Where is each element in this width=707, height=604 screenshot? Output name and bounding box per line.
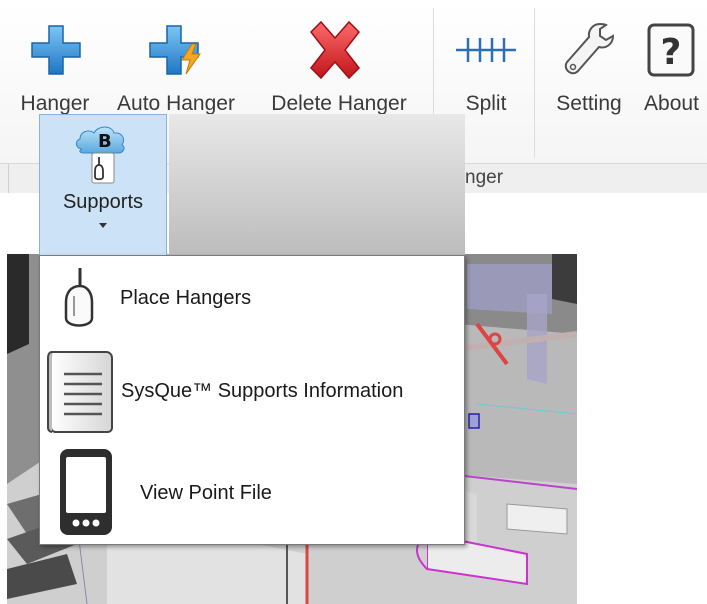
menu-item-place-hangers[interactable]: Place Hangers — [40, 256, 464, 342]
ribbon-separator — [534, 8, 535, 158]
hanger-label: Hanger — [20, 92, 90, 115]
question-icon: ? — [647, 23, 695, 77]
menu-item-label: Place Hangers — [120, 287, 252, 309]
delete-hanger-button[interactable]: Delete Hanger — [257, 0, 421, 130]
menu-item-view-point-file[interactable]: View Point File — [40, 437, 464, 545]
tablet-icon — [60, 449, 112, 535]
hanger-icon — [64, 268, 94, 327]
panel-edge — [8, 164, 9, 193]
blue-plus-icon — [31, 25, 81, 75]
panel-title-text: nger — [465, 167, 504, 188]
blue-plus-lightning-icon — [149, 25, 201, 75]
svg-text:?: ? — [661, 32, 682, 73]
split-label: Split — [465, 92, 507, 115]
supports-dropdown-menu: Place Hangers SysQue™ Supports Informati… — [39, 255, 465, 545]
split-icon — [456, 38, 516, 62]
about-button[interactable]: ? About — [636, 0, 707, 130]
wrench-icon — [564, 22, 615, 75]
menu-item-sysque-supports-information[interactable]: SysQue™ Supports Information — [40, 342, 464, 437]
setting-label: Setting — [556, 92, 622, 115]
split-button[interactable]: Split — [446, 0, 526, 130]
chevron-down-icon — [99, 223, 107, 228]
about-label: About — [644, 92, 699, 115]
supports-button[interactable]: B Supports — [39, 114, 167, 256]
bim-hanger-icon: B — [75, 126, 125, 184]
setting-button[interactable]: Setting — [548, 0, 630, 130]
red-x-icon — [310, 20, 360, 80]
supports-panel-background — [169, 114, 465, 256]
delete-hanger-label: Delete Hanger — [271, 92, 407, 115]
bim-icon-text: B — [98, 131, 112, 152]
document-icon — [47, 351, 113, 433]
hanger-button[interactable]: Hanger — [10, 0, 100, 130]
supports-label: Supports — [62, 191, 144, 213]
auto-hanger-button[interactable]: Auto Hanger — [106, 0, 246, 130]
auto-hanger-label: Auto Hanger — [117, 92, 235, 115]
menu-item-label: SysQue™ Supports Information — [121, 380, 404, 402]
menu-item-label: View Point File — [140, 482, 272, 504]
